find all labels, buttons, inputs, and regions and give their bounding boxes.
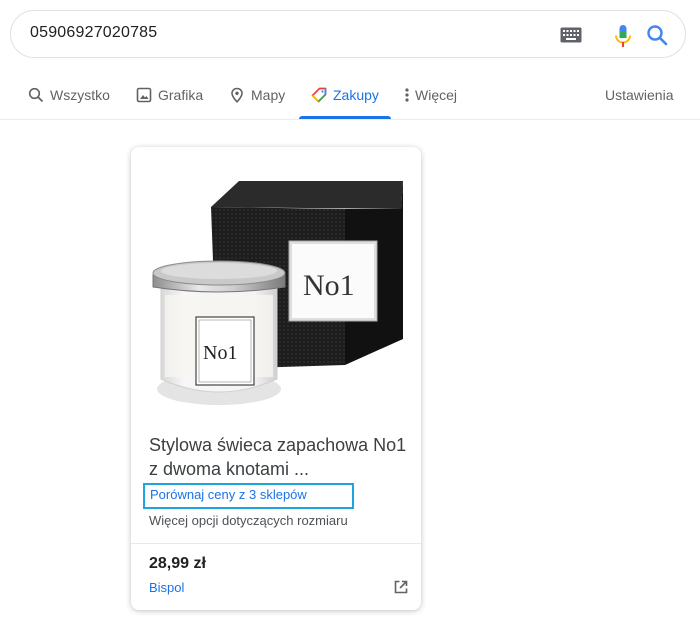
search-bar[interactable]: 05906927020785 <box>10 10 686 58</box>
settings-link[interactable]: Ustawienia <box>605 78 673 120</box>
tab-zakupy[interactable]: Zakupy <box>311 78 379 120</box>
search-icon[interactable] <box>645 23 669 47</box>
tab-mapy[interactable]: Mapy <box>229 78 285 120</box>
settings-label: Ustawienia <box>605 87 674 103</box>
open-in-new-icon[interactable] <box>393 579 409 595</box>
search-tabs: Wszystko Grafika Mapy Zakupy Więcej Usta… <box>0 78 700 120</box>
candle-label: No1 <box>203 342 237 364</box>
box-label: No1 <box>303 269 355 302</box>
keyboard-icon[interactable] <box>560 27 582 43</box>
search-icon <box>28 87 44 103</box>
tab-wiecej[interactable]: Więcej <box>403 78 457 120</box>
map-pin-icon <box>231 87 243 103</box>
product-title[interactable]: Stylowa świeca zapachowa No1 z dwoma kno… <box>149 433 409 481</box>
tab-label: Zakupy <box>333 87 379 103</box>
product-price: 28,99 zł <box>149 555 206 572</box>
search-input[interactable]: 05906927020785 <box>30 24 157 42</box>
tab-label: Wszystko <box>50 87 110 103</box>
tab-label: Więcej <box>415 87 458 103</box>
product-title-line: Stylowa świeca zapachowa No1 <box>149 435 407 455</box>
product-title-line: z dwoma knotami ... <box>149 459 310 479</box>
compare-prices-link[interactable]: Porównaj ceny z 3 sklepów <box>143 483 354 509</box>
card-divider <box>131 543 421 544</box>
product-card[interactable]: No1 No1 Stylowa świeca zapachowa No1 z d… <box>131 147 421 610</box>
more-vertical-icon <box>405 88 409 102</box>
microphone-icon[interactable] <box>614 24 632 48</box>
tab-wszystko[interactable]: Wszystko <box>28 78 110 120</box>
tab-grafika[interactable]: Grafika <box>136 78 203 120</box>
tag-icon <box>311 87 327 103</box>
active-tab-indicator <box>299 116 391 119</box>
size-options-text[interactable]: Więcej opcji dotyczących rozmiaru <box>149 513 348 528</box>
merchant-link[interactable]: Bispol <box>149 580 184 595</box>
tab-label: Grafika <box>158 87 204 103</box>
product-image[interactable]: No1 No1 <box>139 169 413 419</box>
image-icon <box>136 87 152 103</box>
tab-label: Mapy <box>251 87 286 103</box>
